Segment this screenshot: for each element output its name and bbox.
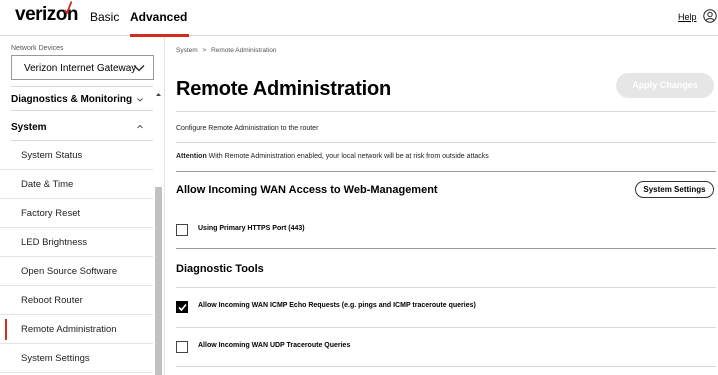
sidebar-item-label: Date & Time (21, 179, 74, 190)
sidebar-item-factory-reset[interactable]: Factory Reset (0, 199, 153, 228)
sidebar-item-label: Remote Administration (21, 324, 117, 335)
divider (176, 111, 716, 112)
tab-advanced[interactable]: Advanced (130, 10, 187, 24)
sidebar-item-system-settings[interactable]: System Settings (0, 344, 153, 373)
sidebar: Network Devices Verizon Internet Gateway… (0, 37, 165, 375)
icmp-echo-option: Allow Incoming WAN ICMP Echo Requests (e… (176, 299, 716, 317)
sidebar-divider (11, 86, 153, 87)
attention-label: Attention (176, 153, 207, 160)
sidebar-item-label: Open Source Software (21, 266, 118, 277)
icmp-echo-label: Allow Incoming WAN ICMP Echo Requests (e… (198, 302, 476, 309)
sidebar-item-label: Reboot Router (21, 295, 83, 306)
chevron-down-icon (137, 98, 143, 102)
sidebar-item-reboot-router[interactable]: Reboot Router (0, 286, 153, 315)
https-port-option: Using Primary HTTPS Port (443) (176, 222, 716, 240)
sidebar-item-label: System Status (21, 150, 83, 161)
chevron-down-icon (133, 65, 145, 72)
sidebar-item-led-brightness[interactable]: LED Brightness (0, 228, 153, 257)
breadcrumb-current: Remote Administration (211, 47, 277, 54)
https-port-checkbox[interactable] (176, 224, 188, 236)
divider (176, 327, 716, 328)
scroll-up-arrow-icon[interactable] (155, 91, 162, 98)
udp-traceroute-label: Allow Incoming WAN UDP Traceroute Querie… (198, 342, 351, 349)
help-link[interactable]: Help (678, 12, 697, 22)
https-port-label: Using Primary HTTPS Port (443) (198, 225, 305, 232)
main-content: System > Remote Administration Remote Ad… (166, 37, 718, 375)
breadcrumb: System > Remote Administration (176, 47, 276, 54)
divider (176, 287, 716, 288)
icmp-echo-checkbox[interactable] (176, 301, 188, 313)
sidebar-divider (11, 110, 153, 111)
network-devices-label: Network Devices (11, 45, 64, 52)
device-select-value: Verizon Internet Gateway (24, 63, 137, 74)
page-description: Configure Remote Administration to the r… (176, 125, 319, 132)
top-navigation-bar: verizon Basic Advanced Help (0, 0, 718, 37)
user-account-icon[interactable] (703, 9, 717, 23)
page-title: Remote Administration (176, 78, 392, 100)
sidebar-item-label: LED Brightness (21, 237, 88, 248)
checkmark-icon (178, 303, 187, 312)
device-select[interactable]: Verizon Internet Gateway (11, 55, 154, 80)
chevron-up-icon (137, 124, 143, 129)
breadcrumb-system-link[interactable]: System (176, 47, 198, 54)
apply-changes-button[interactable]: Apply Changes (616, 73, 714, 98)
diagnostic-tools-title: Diagnostic Tools (176, 263, 264, 275)
sidebar-item-date-time[interactable]: Date & Time (0, 170, 153, 199)
attention-message: Attention With Remote Administration ena… (176, 153, 489, 160)
divider (176, 142, 716, 143)
udp-traceroute-checkbox[interactable] (176, 341, 188, 353)
tab-basic[interactable]: Basic (90, 10, 119, 24)
sidebar-item-label: System Settings (21, 353, 90, 364)
sidebar-item-remote-administration[interactable]: Remote Administration (0, 315, 153, 344)
divider (176, 171, 716, 172)
sidebar-item-label: Factory Reset (21, 208, 81, 219)
attention-text: With Remote Administration enabled, your… (208, 153, 489, 160)
divider (176, 366, 716, 367)
sidebar-scrollbar-thumb[interactable] (155, 187, 162, 375)
sidebar-item-system-status[interactable]: System Status (0, 141, 153, 170)
system-settings-button[interactable]: System Settings (635, 181, 714, 198)
sidebar-section-system[interactable]: System (11, 122, 47, 133)
active-item-indicator (5, 319, 7, 340)
wan-access-section-title: Allow Incoming WAN Access to Web-Managem… (176, 184, 438, 196)
sidebar-section-diagnostics[interactable]: Diagnostics & Monitoring (11, 94, 132, 105)
udp-traceroute-option: Allow Incoming WAN UDP Traceroute Querie… (176, 339, 716, 357)
logo-checkmark-icon (64, 1, 72, 14)
divider (176, 248, 716, 249)
breadcrumb-separator: > (202, 47, 207, 54)
sidebar-item-open-source-software[interactable]: Open Source Software (0, 257, 153, 286)
